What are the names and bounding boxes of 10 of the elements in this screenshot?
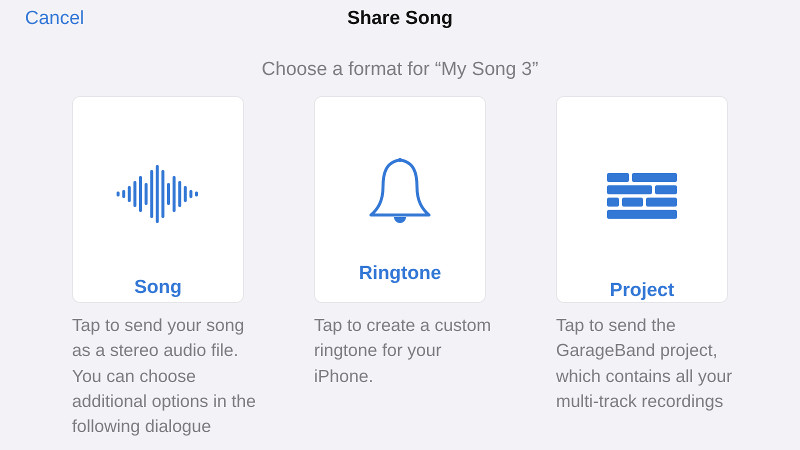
format-prompt: Choose a format for “My Song 3”: [260, 59, 540, 81]
format-card[interactable]: Project: [556, 96, 728, 303]
sheet-title: Share Song: [347, 8, 453, 30]
format-description: Tap to send your song as a stereo audio file. You can choose additional options in the following dialogue: [72, 314, 257, 438]
format-description: Tap to send the GarageBand project, which contains all your multi-track recordings: [556, 314, 734, 413]
cancel-button[interactable]: Cancel: [25, 8, 84, 30]
format-description: Tap to create a custom ringtone for your iPhone.: [314, 314, 492, 388]
bricks-icon: [607, 173, 677, 220]
format-card[interactable]: Ringtone: [314, 96, 486, 303]
format-card[interactable]: Song: [72, 96, 244, 303]
